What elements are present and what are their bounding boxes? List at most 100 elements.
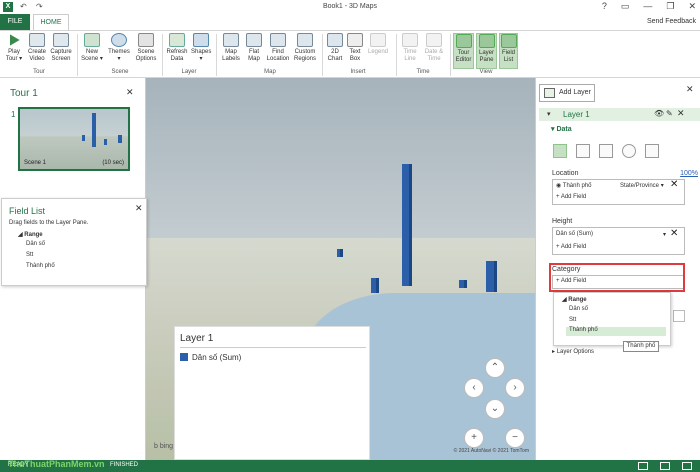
map-view[interactable]: Layer 1 Dân số (Sum) ⌃ ‹ › ⌄ + − b bing … xyxy=(146,78,535,460)
help-icon[interactable]: ? xyxy=(602,1,607,12)
field-list-icon xyxy=(500,34,517,48)
add-field-dropdown[interactable]: ◢ Range Dân số Stt Thành phố xyxy=(553,292,671,346)
close-window-icon[interactable]: ✕ xyxy=(688,1,696,12)
zoom-in-icon[interactable]: + xyxy=(464,428,484,448)
scene-duration: (10 sec) xyxy=(102,160,124,166)
height-field[interactable]: Dân số (Sum) xyxy=(556,231,593,237)
chart-2d-button[interactable]: 2D Chart xyxy=(326,33,344,63)
field-tooltip: Thành phố xyxy=(623,341,659,352)
field-list-hint: Drag fields to the Layer Pane. xyxy=(9,220,89,226)
text-box-icon xyxy=(347,33,363,47)
close-tour-icon[interactable]: ✕ xyxy=(126,87,134,98)
capture-screen-button[interactable]: Capture Screen xyxy=(49,33,73,63)
map-labels-button[interactable]: Map Labels xyxy=(220,33,242,63)
create-video-button[interactable]: Create Video xyxy=(26,33,48,63)
height-add-field[interactable]: + Add Field xyxy=(556,244,586,250)
field-item[interactable]: Stt xyxy=(26,252,33,258)
map-legend[interactable]: Layer 1 Dân số (Sum) xyxy=(174,326,370,460)
legend-item-label: Dân số (Sum) xyxy=(192,353,242,362)
scene-options-button[interactable]: Scene Options xyxy=(134,33,158,63)
view-icon[interactable] xyxy=(682,462,692,470)
location-field[interactable]: ◉ Thành phố xyxy=(556,182,592,189)
map-sky xyxy=(146,78,535,238)
map-copyright: © 2021 AutoNavi © 2021 TomTom xyxy=(453,448,529,454)
refresh-data-button[interactable]: Refresh Data xyxy=(165,33,189,63)
field-item[interactable]: Dân số xyxy=(26,241,45,247)
shapes-button[interactable]: Shapes ▾ xyxy=(191,33,211,63)
dropdown-group-range[interactable]: ◢ Range xyxy=(562,296,587,303)
data-column[interactable] xyxy=(371,278,379,293)
date-time-button[interactable]: Date & Time xyxy=(422,33,446,63)
stacked-column-icon[interactable] xyxy=(553,144,567,158)
group-label-time: Time xyxy=(416,69,430,75)
group-label-map: Map xyxy=(264,69,276,75)
view-icon[interactable] xyxy=(638,462,648,470)
bar-chart-icon xyxy=(327,33,343,47)
radio-icon[interactable]: ◉ xyxy=(556,183,563,189)
delete-layer-icon[interactable]: ✕ xyxy=(677,108,685,119)
tab-file[interactable]: FILE xyxy=(0,14,30,30)
close-field-list-icon[interactable]: ✕ xyxy=(135,203,143,214)
data-column[interactable] xyxy=(402,164,412,286)
collapse-layer-icon[interactable]: ▾ xyxy=(547,110,551,118)
zoom-out-icon[interactable]: − xyxy=(505,428,525,448)
remove-height-icon[interactable]: ✕ xyxy=(670,228,678,239)
region-icon[interactable] xyxy=(645,144,659,158)
clustered-column-icon[interactable] xyxy=(576,144,590,158)
group-label-tour: Tour xyxy=(33,69,45,75)
ribbon-options-icon[interactable]: ▭ xyxy=(621,1,630,12)
dropdown-item[interactable]: Dân số xyxy=(569,306,588,312)
field-list-button[interactable]: Field List xyxy=(499,33,518,69)
rotate-left-icon[interactable]: ‹ xyxy=(464,378,484,398)
play-tour-button[interactable]: Play Tour ▾ xyxy=(4,33,24,63)
legend-button[interactable]: Legend xyxy=(366,33,390,56)
new-scene-button[interactable]: New Scene ▾ xyxy=(80,33,104,63)
tilt-down-icon[interactable]: ⌄ xyxy=(485,399,505,419)
new-scene-icon xyxy=(84,33,100,47)
flat-map-button[interactable]: Flat Map xyxy=(244,33,264,63)
time-line-button[interactable]: Time Line xyxy=(400,33,420,63)
restore-icon[interactable]: ❐ xyxy=(666,1,674,12)
bubble-icon[interactable] xyxy=(599,144,613,158)
dropdown-item[interactable]: Stt xyxy=(569,317,576,323)
scene-thumbnail[interactable]: Scene 1 (10 sec) xyxy=(18,107,130,171)
find-location-button[interactable]: Find Location xyxy=(265,33,291,63)
scene-options-icon xyxy=(138,33,154,47)
data-column[interactable] xyxy=(459,280,467,288)
tab-home[interactable]: HOME xyxy=(33,14,69,30)
layer-pane-button[interactable]: Layer Pane xyxy=(476,33,497,69)
chevron-down-icon[interactable]: ▾ xyxy=(663,231,666,238)
remove-location-icon[interactable]: ✕ xyxy=(670,179,678,190)
rotate-right-icon[interactable]: › xyxy=(505,378,525,398)
location-add-field[interactable]: + Add Field xyxy=(556,194,586,200)
text-box-button[interactable]: Text Box xyxy=(346,33,364,63)
dropdown-item-hover[interactable]: Thành phố xyxy=(566,327,666,336)
minimize-icon[interactable]: — xyxy=(643,1,652,12)
heat-map-icon[interactable] xyxy=(622,144,636,158)
data-column[interactable] xyxy=(486,261,497,292)
eye-icon[interactable]: 👁 xyxy=(654,109,664,118)
location-confidence-link[interactable]: 100% xyxy=(680,170,698,177)
location-type-select[interactable]: State/Province ▾ xyxy=(620,182,664,189)
field-group-range[interactable]: ◢ Range xyxy=(18,231,43,238)
tour-editor-button[interactable]: Tour Editor xyxy=(453,33,474,69)
play-icon xyxy=(10,34,20,46)
thumb-bar xyxy=(82,135,85,141)
layer-options-header[interactable]: ▸ Layer Options xyxy=(552,348,594,355)
data-section-header[interactable]: ▾ Data xyxy=(551,125,572,133)
globe-icon xyxy=(111,33,127,47)
hidden-field-box[interactable] xyxy=(673,310,685,322)
field-item[interactable]: Thành phố xyxy=(26,263,55,269)
tilt-up-icon[interactable]: ⌃ xyxy=(485,358,505,378)
themes-button[interactable]: Themes ▾ xyxy=(106,33,132,63)
rename-pencil-icon[interactable]: ✎ xyxy=(666,109,673,118)
refresh-icon xyxy=(169,33,185,47)
view-icon[interactable] xyxy=(660,462,670,470)
data-column[interactable] xyxy=(337,249,343,257)
add-layer-button[interactable]: Add Layer xyxy=(539,84,595,102)
close-layer-pane-icon[interactable]: ✕ xyxy=(686,84,694,95)
custom-regions-button[interactable]: Custom Regions xyxy=(292,33,318,63)
layer-header[interactable]: ▾ Layer 1 👁 ✎ ✕ xyxy=(539,108,700,121)
group-label-layer: Layer xyxy=(181,69,197,75)
send-feedback-link[interactable]: Send Feedback xyxy=(647,18,696,25)
